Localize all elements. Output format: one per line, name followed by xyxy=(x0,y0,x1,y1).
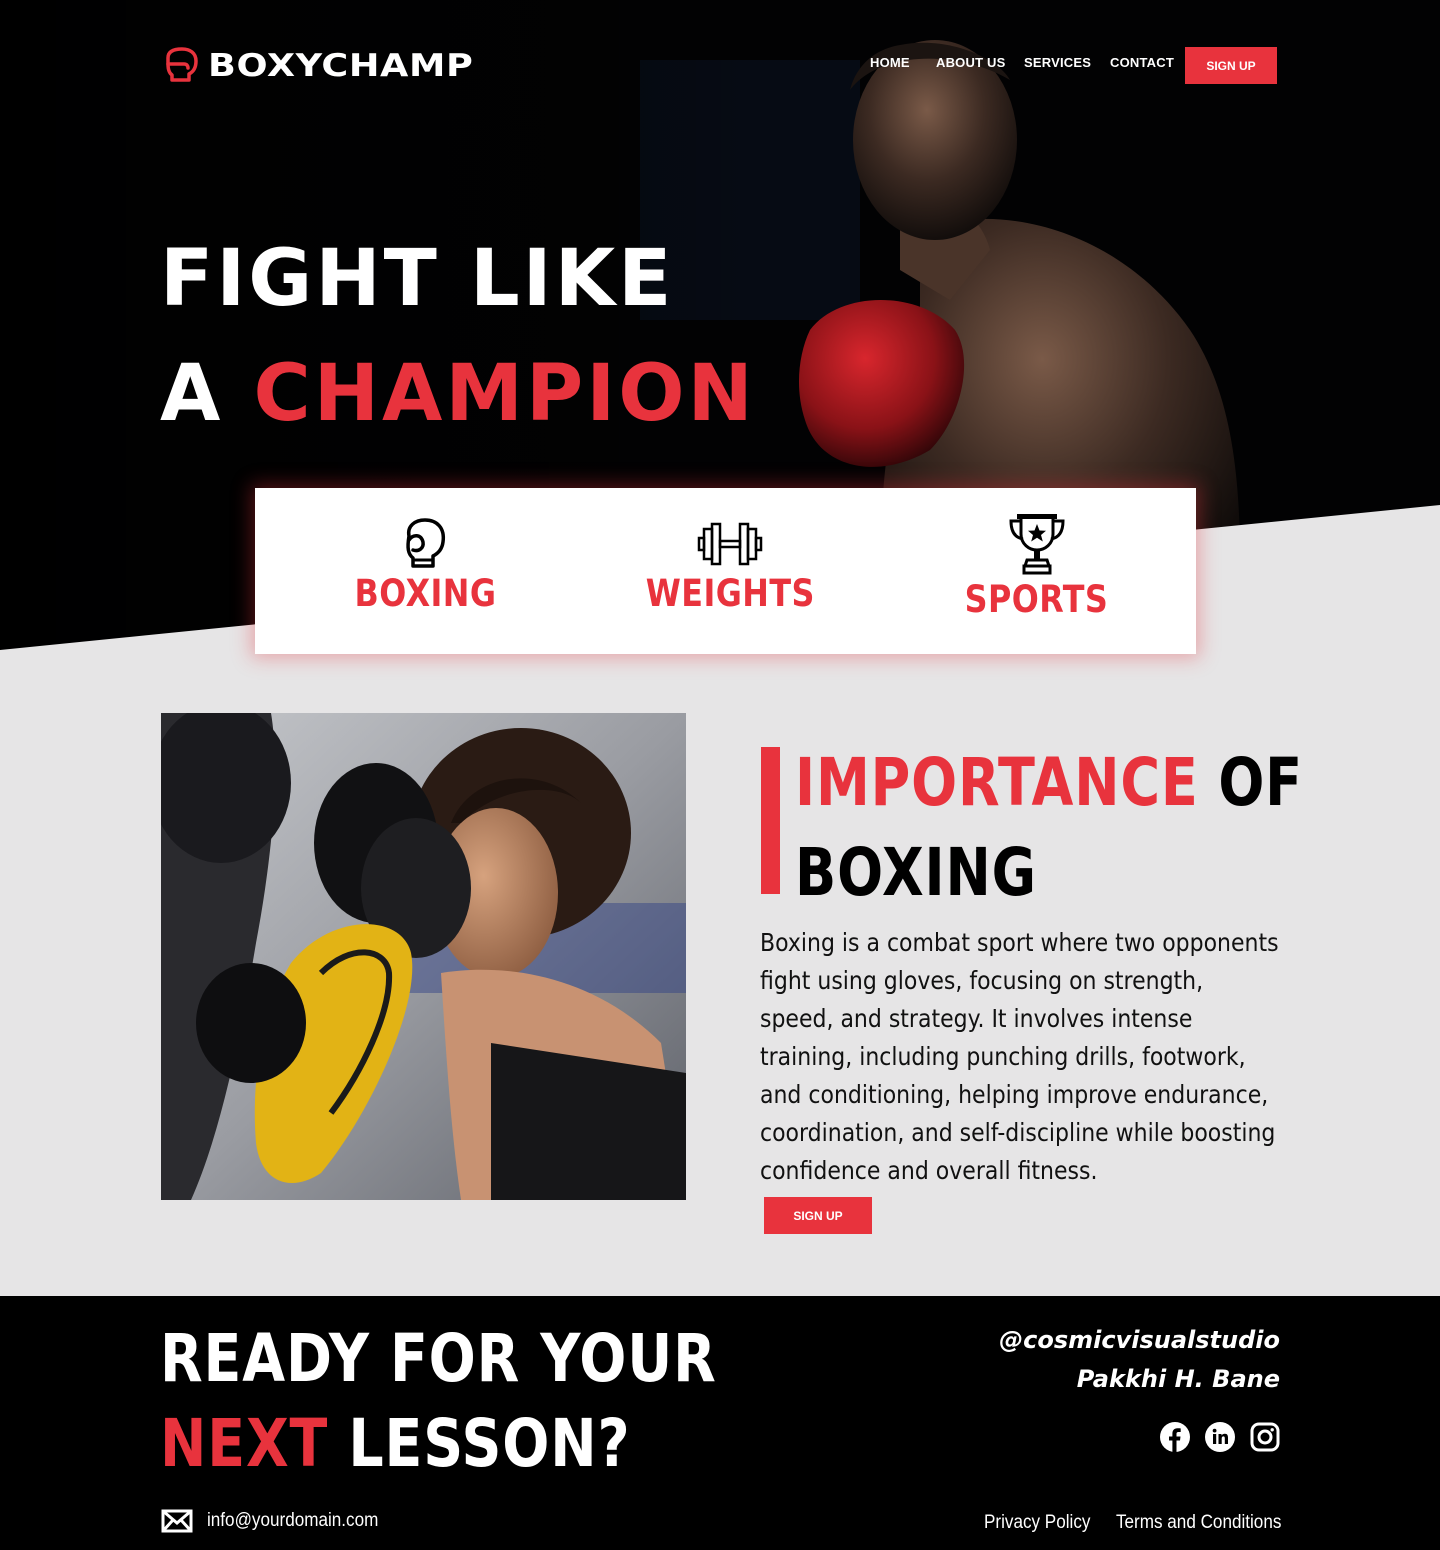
about-signup-button[interactable]: SIGN UP xyxy=(764,1197,872,1234)
feature-sports[interactable]: SPORTS xyxy=(964,512,1109,621)
nav-contact[interactable]: CONTACT xyxy=(1110,55,1174,70)
footer-email[interactable]: info@yourdomain.com xyxy=(161,1509,397,1533)
cta-rest: LESSON? xyxy=(328,1405,631,1482)
about-heading: IMPORTANCE OF BOXING xyxy=(795,738,1303,918)
feature-boxing[interactable]: BOXING xyxy=(354,516,496,615)
about-heading-of: OF xyxy=(1198,744,1303,821)
footer-cta-heading: READY FOR YOUR NEXT LESSON? xyxy=(160,1316,717,1486)
header-signup-button[interactable]: SIGN UP xyxy=(1185,47,1277,84)
brand-logo[interactable]: BOXYCHAMP xyxy=(162,46,473,86)
about-body-text: Boxing is a combat sport where two oppon… xyxy=(760,928,1279,1185)
feature-label-weights: WEIGHTS xyxy=(645,572,815,615)
boxing-training-image xyxy=(161,713,686,1200)
brand-name: BOXYCHAMP xyxy=(208,48,474,84)
boxing-training-photo xyxy=(161,713,686,1200)
footer-author: Pakkhi H. Bane xyxy=(1076,1365,1280,1393)
mail-icon xyxy=(161,1509,193,1533)
nav-home[interactable]: HOME xyxy=(870,55,910,70)
cta-line1: READY FOR YOUR xyxy=(160,1320,717,1397)
dumbbell-icon xyxy=(697,522,763,566)
trophy-icon xyxy=(1008,514,1065,575)
footer-email-text: info@yourdomain.com xyxy=(207,1510,379,1531)
heading-accent-bar xyxy=(761,747,780,894)
nav-services[interactable]: SERVICES xyxy=(1024,55,1091,70)
boxing-glove-icon xyxy=(406,518,446,568)
hero-title-prefix: A xyxy=(160,349,254,439)
feature-label-sports: SPORTS xyxy=(964,578,1109,621)
feature-label-boxing: BOXING xyxy=(354,572,496,615)
nav-about-us[interactable]: ABOUT US xyxy=(936,55,1006,70)
about-heading-boxing: BOXING xyxy=(795,834,1037,911)
instagram-icon[interactable] xyxy=(1250,1422,1280,1452)
boxing-glove-icon xyxy=(166,47,198,82)
hero-title-line1: FIGHT LIKE xyxy=(160,234,675,324)
privacy-policy-link[interactable]: Privacy Policy xyxy=(984,1512,1090,1534)
feature-weights[interactable]: WEIGHTS xyxy=(645,520,814,615)
linkedin-icon[interactable] xyxy=(1205,1422,1235,1452)
about-heading-highlight: IMPORTANCE xyxy=(795,744,1199,821)
cta-highlight: NEXT xyxy=(160,1405,329,1482)
hero-title-line2: A CHAMPION xyxy=(160,355,756,433)
hero-title-highlight: CHAMPION xyxy=(253,349,756,439)
features-card: BOXING WEIGHTS SPORTS xyxy=(255,488,1196,654)
terms-link[interactable]: Terms and Conditions xyxy=(1116,1512,1281,1534)
footer-handle: @cosmicvisualstudio xyxy=(999,1326,1280,1354)
facebook-icon[interactable] xyxy=(1160,1422,1190,1452)
